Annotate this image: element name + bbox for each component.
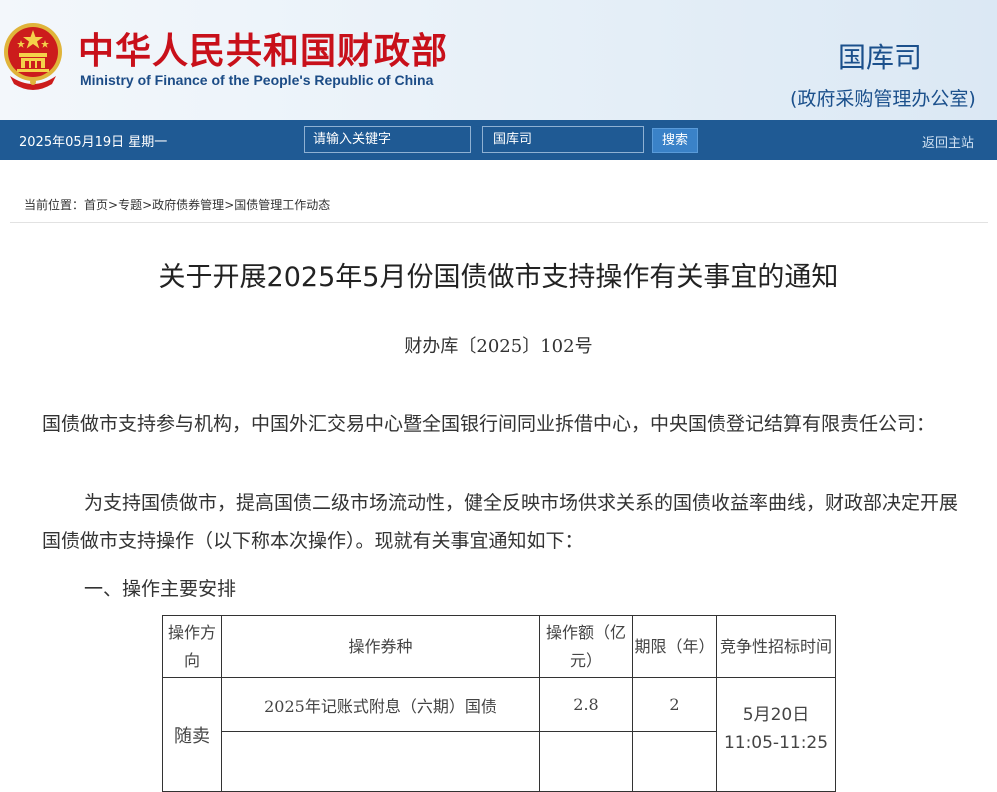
section-heading: 一、操作主要安排 [84,578,237,600]
return-home-link[interactable]: 返回主站 [922,132,974,151]
table-cell-amount: 2.8 [539,677,633,732]
breadcrumb-separator: > [224,198,235,212]
table-row: 随卖 2025年记账式附息（六期）国债 2.8 2 5月20日 11:05-11… [162,677,836,792]
breadcrumb-gov-bond-management[interactable]: 政府债券管理 [152,198,224,212]
table-cell-bond: 2025年记账式附息（六期）国债 [221,677,540,732]
site-header: 中华人民共和国财政部 Ministry of Finance of the Pe… [0,0,997,120]
table-cell-direction: 随卖 [162,677,222,792]
top-nav-bar: 2025年05月19日 星期一 国库司 搜索 返回主站 [0,120,997,160]
table-header-cell: 竞争性招标时间 [716,615,836,678]
site-subtitle: Ministry of Finance of the People's Repu… [80,72,434,88]
table-header-cell: 操作券种 [221,615,540,678]
breadcrumb-separator: > [108,198,119,212]
breadcrumb-treasury-news[interactable]: 国债管理工作动态 [234,198,330,212]
addressee-paragraph: 国债做市支持参与机构，中国外汇交易中心暨全国银行间同业拆借中心，中央国债登记结算… [42,413,936,435]
breadcrumb-divider [10,222,988,223]
breadcrumb: 当前位置：首页>专题>政府债券管理>国债管理工作动态 [24,196,330,213]
operations-table: 操作方向 操作券种 操作额（亿元） 期限（年） 竞争性招标时间 随卖 2025年… [162,615,836,792]
table-header-cell: 期限（年） [632,615,717,678]
table-cell-term [632,731,717,792]
table-header-row: 操作方向 操作券种 操作额（亿元） 期限（年） 竞争性招标时间 [162,615,836,678]
table-cell-amount [539,731,633,792]
document-number: 财办库〔2025〕102号 [404,336,593,357]
bid-date: 5月20日 [742,705,810,725]
table-cell-term: 2 [632,677,717,732]
table-cell-bid-time: 5月20日 11:05-11:25 [716,677,836,792]
current-date: 2025年05月19日 星期一 [19,135,168,150]
search-scope-select[interactable]: 国库司 [482,126,644,153]
bid-time-range: 11:05-11:25 [723,733,829,753]
table-cell-bond [221,731,540,792]
breadcrumb-home[interactable]: 首页 [84,198,108,212]
intro-paragraph: 为支持国债做市，提高国债二级市场流动性，健全反映市场供求关系的国债收益率曲线，财… [42,492,959,552]
table-header-cell: 操作方向 [162,615,222,678]
article-title: 关于开展2025年5月份国债做市支持操作有关事宜的通知 [158,262,839,293]
national-emblem-icon [4,23,62,90]
department-name[interactable]: 国库司 [838,36,922,76]
breadcrumb-separator: > [142,198,153,212]
search-button[interactable]: 搜索 [652,128,698,153]
breadcrumb-topics[interactable]: 专题 [118,198,142,212]
department-subtitle: (政府采购管理办公室) [790,88,976,110]
breadcrumb-label: 当前位置： [24,198,85,212]
search-input[interactable] [304,126,471,153]
site-title: 中华人民共和国财政部 [78,31,449,72]
table-header-cell: 操作额（亿元） [539,615,633,678]
